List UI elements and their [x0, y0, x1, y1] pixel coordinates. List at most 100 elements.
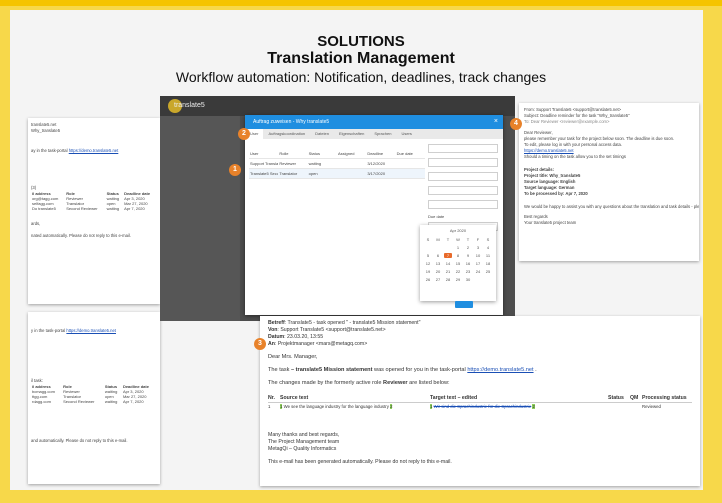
calendar-day [444, 245, 452, 250]
form-field[interactable] [428, 186, 498, 195]
assignee-table: il address Role Status Deadline date bcmagg… [31, 384, 157, 404]
email-body: The changes made by the formerly active … [268, 380, 450, 386]
calendar-day[interactable]: 7 [444, 253, 452, 258]
calendar-header: Apr 2020 [449, 228, 467, 233]
tab-languages[interactable]: Sprachen [369, 129, 396, 139]
changes-table-header: Nr. Source text Target text – edited Sta… [268, 395, 692, 403]
calendar-day[interactable]: 21 [444, 269, 452, 274]
step-badge: 2 [238, 128, 250, 140]
calendar-day[interactable]: 1 [454, 245, 462, 250]
step-badge: 3 [254, 338, 266, 350]
calendar-grid: S M T W T F S 1 2 3 4 5 6 7 8 9 10 11 12 13 14 15 16 17 18 19 20 21… [420, 233, 496, 286]
date-picker[interactable]: Apr 2020 S M T W T F S 1 2 3 4 5 6 7 8 9 10 11 12 13 14 15 16 1… [420, 225, 496, 301]
table-row: 1 1 We see the language industry for the… [268, 404, 661, 409]
calendar-day[interactable]: 10 [474, 253, 482, 258]
form-field[interactable] [428, 172, 498, 181]
dialog-title: Auftrag zuweisen - Why translate5 [253, 119, 330, 125]
email-footer: This e-mail has been generated automatic… [268, 459, 452, 465]
email-footer: nated automatically. Please do not reply… [31, 233, 132, 239]
email-body: The task – translate5 Mission statement … [268, 367, 537, 373]
calendar-day[interactable]: T [444, 237, 452, 242]
calendar-day[interactable]: 19 [424, 269, 432, 274]
email-closing: MetagQi – Quality Informatics [268, 446, 337, 452]
tab-files[interactable]: Dateien [310, 129, 334, 139]
assignment-grid: User Rolle Status Assigned Deadline Due date … [249, 149, 425, 179]
calendar-day[interactable]: 24 [474, 269, 482, 274]
calendar-day[interactable]: 30 [464, 277, 472, 282]
grid-header-row: User Rolle Status Assigned Deadline Due date [249, 149, 425, 159]
calendar-day[interactable]: 8 [454, 253, 462, 258]
email-meta: An: Projektmanager <mars@metagq.com> [268, 341, 368, 347]
calendar-day[interactable]: 13 [434, 261, 442, 266]
calendar-day [484, 277, 492, 282]
step-badge: 4 [510, 118, 522, 130]
calendar-day[interactable]: F [474, 237, 482, 242]
assignee-table: il address Role Status Deadline date org@ta… [31, 191, 157, 211]
slide-title: SOLUTIONS [317, 33, 405, 50]
calendar-day[interactable]: 6 [434, 253, 442, 258]
form-field[interactable] [428, 144, 498, 153]
slide-tagline: Workflow automation: Notification, deadl… [175, 69, 547, 85]
email-closing: We would be happy to assist you with any… [524, 203, 699, 209]
email-meta: Betreff: Translate5 - task opened " - tr… [268, 320, 421, 326]
calendar-day[interactable]: S [484, 237, 492, 242]
portal-link[interactable]: https://demo.translate5.net [66, 328, 116, 333]
dialog-title-bar: Auftrag zuweisen - Why translate5 × [245, 115, 503, 129]
calendar-day[interactable]: 9 [464, 253, 472, 258]
target-text: 1 Wir sind die Sprachindustrie für die S… [430, 404, 535, 409]
app-name: translate5 [174, 102, 205, 109]
dialog-tabs: User Auftragskoordination Dateien Eigens… [245, 129, 503, 139]
calendar-day[interactable]: 22 [454, 269, 462, 274]
calendar-day[interactable]: 12 [424, 261, 432, 266]
calendar-day[interactable]: S [424, 237, 432, 242]
form-field[interactable] [428, 158, 498, 167]
email-meta: Datum: 23.03.20, 13:55 [268, 334, 324, 340]
calendar-day[interactable]: 18 [484, 261, 492, 266]
calendar-day[interactable]: 14 [444, 261, 452, 266]
portal-link[interactable]: https://demo.translate5.net [467, 367, 533, 373]
calendar-day [424, 245, 432, 250]
portal-link[interactable]: https://demo.translate5.net [69, 148, 119, 153]
calendar-day[interactable]: 4 [484, 245, 492, 250]
slide-subtitle: Translation Management [267, 50, 455, 67]
email-closing: Many thanks and best regards, [268, 432, 340, 438]
calendar-day[interactable]: 27 [434, 277, 442, 282]
table-row[interactable]: Support Translate5 ManagerReviewerwaitin… [249, 159, 425, 169]
calendar-day[interactable]: M [434, 237, 442, 242]
email-meta: Von: Support Translate5 <support@transla… [268, 327, 386, 333]
form-field[interactable] [428, 200, 498, 209]
calendar-day[interactable]: 28 [444, 277, 452, 282]
calendar-day[interactable]: 11 [484, 253, 492, 258]
tab-properties[interactable]: Eigenschaften [334, 129, 369, 139]
save-button[interactable] [455, 301, 473, 308]
calendar-day[interactable]: 5 [424, 253, 432, 258]
calendar-day[interactable]: 17 [474, 261, 482, 266]
table-row: rdagg.com Second Reviewer waiting Apr 7, 20… [32, 399, 144, 405]
calendar-day[interactable]: 23 [464, 269, 472, 274]
app-sidebar [160, 116, 240, 321]
email-signature: Your translate5 project team [524, 220, 577, 226]
calendar-day[interactable]: 2 [464, 245, 472, 250]
top-accent-bar [0, 0, 722, 6]
calendar-day[interactable]: 3 [474, 245, 482, 250]
left-email-bottom: y in the task-portal https://demo.transl… [28, 312, 160, 484]
calendar-day[interactable]: 20 [434, 269, 442, 274]
dialog-side-form: Due date [425, 141, 501, 236]
calendar-day[interactable]: 25 [484, 269, 492, 274]
tab-users[interactable]: Users [396, 129, 416, 139]
calendar-day[interactable]: 16 [464, 261, 472, 266]
due-date-label: Due date [428, 214, 445, 219]
calendar-day[interactable]: 29 [454, 277, 462, 282]
calendar-day[interactable]: T [464, 237, 472, 242]
tab-coordination[interactable]: Auftragskoordination [263, 129, 310, 139]
reminder-email: From: Support Translate5 <support@transl… [519, 103, 699, 261]
changes-email: Betreff: Translate5 - task opened " - tr… [260, 316, 700, 486]
close-icon[interactable]: × [494, 115, 498, 129]
calendar-day[interactable]: 15 [454, 261, 462, 266]
calendar-day[interactable]: 26 [424, 277, 432, 282]
calendar-day[interactable]: W [454, 237, 462, 242]
source-text: 1 We see the language industry for the l… [280, 404, 393, 409]
table-row[interactable]: Translate5 Second ReviewerTranslatoropen… [249, 169, 425, 179]
email-greeting: Dear Mrs. Manager, [268, 354, 318, 360]
calendar-day [434, 245, 442, 250]
